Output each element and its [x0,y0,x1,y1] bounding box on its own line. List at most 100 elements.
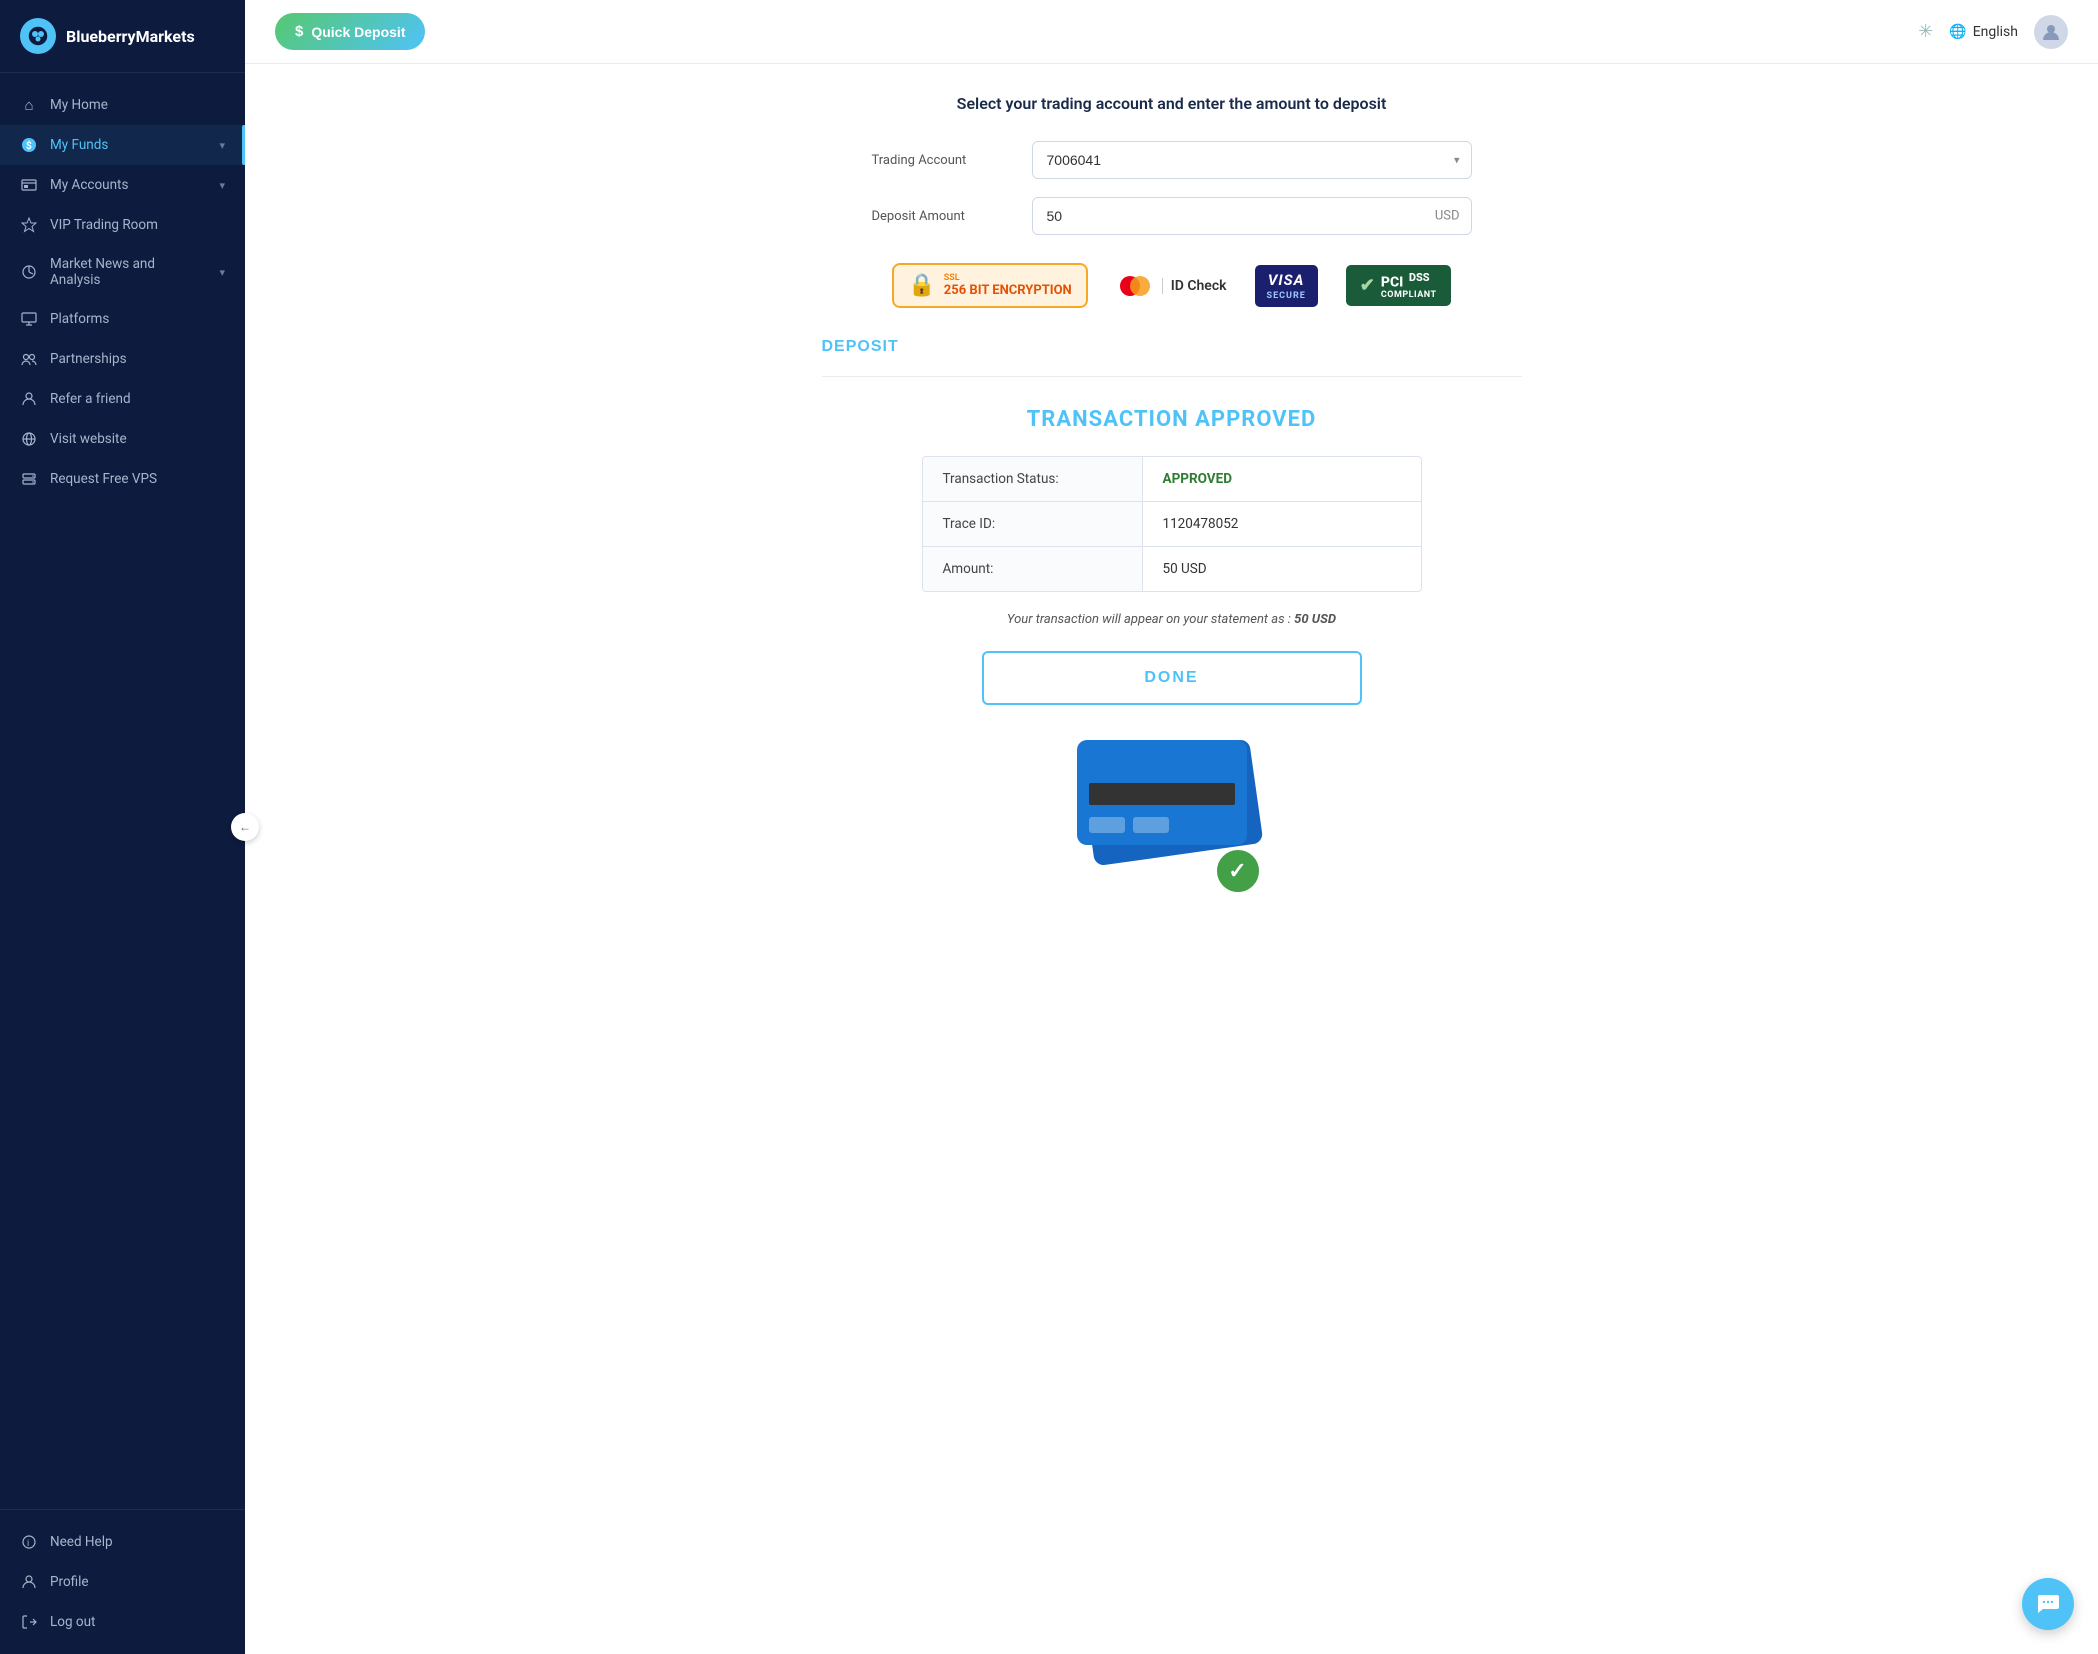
globe-icon: 🌐 [1949,24,1966,40]
sidebar-item-label: Profile [50,1574,89,1590]
sidebar-item-need-help[interactable]: i Need Help [0,1522,245,1562]
visa-badge: VISA SECURE [1255,265,1318,307]
transaction-section: TRANSACTION APPROVED Transaction Status:… [285,377,2058,925]
deposit-amount-row: Deposit Amount USD [872,197,1472,235]
shield-icon: 🔒 [908,273,935,298]
dss-label: DSS [1409,271,1430,284]
sidebar-item-visit-website[interactable]: Visit website [0,419,245,459]
trading-account-select[interactable]: 7006041 [1032,141,1472,179]
sidebar-item-my-funds[interactable]: $ My Funds ▾ [0,125,245,165]
done-button[interactable]: DONE [982,651,1362,705]
sidebar-item-my-accounts[interactable]: My Accounts ▾ [0,165,245,205]
pci-icon: ✔ [1360,275,1375,296]
sidebar-item-log-out[interactable]: Log out [0,1602,245,1642]
sidebar-item-market-news[interactable]: Market News and Analysis ▾ [0,245,245,299]
sidebar-item-label: Log out [50,1614,95,1630]
logout-icon [20,1613,38,1631]
deposit-button-wrap: DEPOSIT [822,336,1522,377]
deposit-button[interactable]: DEPOSIT [822,338,899,356]
trading-account-control: 7006041 ▾ [1032,141,1472,179]
home-icon: ⌂ [20,96,38,114]
security-badges: 🔒 SSL 256 BIT ENCRYPTION [822,263,1522,308]
pci-dss-badge: ✔ PCI DSS COMPLIANT [1346,265,1451,307]
language-label: English [1973,24,2018,40]
sidebar-item-refer-a-friend[interactable]: Refer a friend [0,379,245,419]
user-avatar[interactable] [2034,15,2068,49]
sidebar-item-partnerships[interactable]: Partnerships [0,339,245,379]
sidebar-collapse-button[interactable]: ← [231,813,259,841]
encryption-badge: 🔒 SSL 256 BIT ENCRYPTION [892,263,1087,308]
amount-label: Amount: [923,547,1143,591]
sidebar-item-vip-trading-room[interactable]: VIP Trading Room [0,205,245,245]
deposit-amount-control: USD [1032,197,1472,235]
card-front [1077,740,1247,845]
statement-amount: 50 USD [1294,612,1336,627]
sidebar-item-label: VIP Trading Room [50,217,158,233]
brand-logo[interactable]: BlueberryMarkets [0,0,245,73]
card-numbers [1089,817,1235,833]
visa-secure-label: SECURE [1267,291,1306,301]
sidebar-item-request-free-vps[interactable]: Request Free VPS [0,459,245,499]
deposit-form-section: Select your trading account and enter th… [285,94,2058,377]
badge-256-label: 256 BIT ENCRYPTION [944,283,1072,298]
sidebar-item-profile[interactable]: Profile [0,1562,245,1602]
language-selector[interactable]: 🌐 English [1949,24,2018,40]
refer-icon [20,390,38,408]
svg-text:i: i [27,1539,29,1549]
compliant-label: COMPLIANT [1381,290,1437,300]
header: $ Quick Deposit ✳ 🌐 English [245,0,2098,64]
sidebar-bottom: i Need Help Profile Log out [0,1509,245,1654]
brand-name: BlueberryMarkets [66,27,195,46]
partnerships-icon [20,350,38,368]
quick-deposit-button[interactable]: $ Quick Deposit [275,13,425,50]
card-num-1 [1089,817,1125,833]
mastercard-icon [1116,274,1154,298]
sidebar-item-my-home[interactable]: ⌂ My Home [0,85,245,125]
chat-button[interactable] [2022,1578,2074,1630]
deposit-amount-label: Deposit Amount [872,209,1032,224]
sidebar-navigation: ⌂ My Home $ My Funds ▾ My Ac [0,73,245,1509]
currency-suffix: USD [1435,209,1460,224]
deposit-amount-input[interactable] [1032,197,1472,235]
card-illustration: ✓ [1072,735,1272,895]
snowflake-icon: ✳ [1918,21,1933,42]
logo-icon [20,18,56,54]
trace-id-value: 1120478052 [1143,502,1421,546]
sidebar-item-label: Market News and Analysis [50,256,207,288]
sidebar-item-label: Need Help [50,1534,113,1550]
table-row: Transaction Status: APPROVED [923,457,1421,502]
amount-value: 50 USD [1143,547,1421,591]
chevron-down-icon: ▾ [219,266,225,279]
idcheck-label: ID Check [1162,278,1227,294]
sidebar-item-label: Refer a friend [50,391,131,407]
transaction-title: TRANSACTION APPROVED [325,407,2018,432]
quick-deposit-label: Quick Deposit [311,24,405,40]
statement-text: Your transaction will appear on your sta… [325,612,2018,627]
content-inner: Select your trading account and enter th… [245,64,2098,1654]
sidebar: BlueberryMarkets ⌂ My Home $ My Funds ▾ [0,0,245,1654]
visa-label: VISA [1268,271,1305,289]
status-label: Transaction Status: [923,457,1143,501]
sidebar-item-label: My Home [50,97,108,113]
sidebar-item-platforms[interactable]: Platforms [0,299,245,339]
table-row: Amount: 50 USD [923,547,1421,591]
profile-icon [20,1573,38,1591]
sidebar-item-label: Request Free VPS [50,471,157,487]
sidebar-item-label: My Accounts [50,177,128,193]
svg-text:$: $ [26,139,32,152]
star-icon [20,216,38,234]
card-num-2 [1133,817,1169,833]
help-icon: i [20,1533,38,1551]
status-value: APPROVED [1143,457,1421,501]
sidebar-item-label: Platforms [50,311,109,327]
platforms-icon [20,310,38,328]
sidebar-item-label: Partnerships [50,351,127,367]
trace-id-label: Trace ID: [923,502,1143,546]
dollar-icon: $ [295,23,303,40]
vps-icon [20,470,38,488]
chevron-down-icon: ▾ [219,139,225,152]
sidebar-item-label: My Funds [50,137,108,153]
page-content: Select your trading account and enter th… [245,64,2098,1654]
header-right: ✳ 🌐 English [1918,15,2068,49]
trading-account-label: Trading Account [872,153,1032,168]
